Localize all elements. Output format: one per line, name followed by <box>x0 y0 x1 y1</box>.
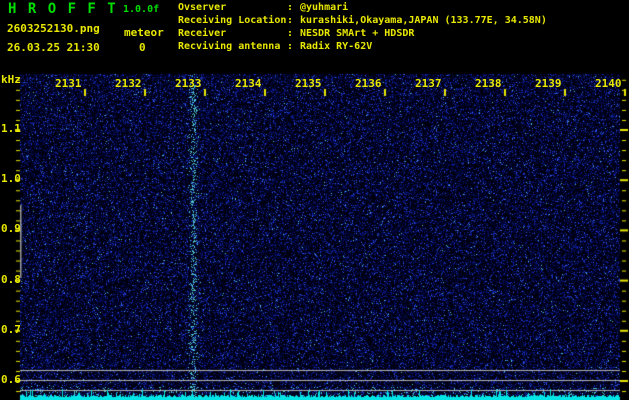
start-datetime: 26.03.25 21:30 <box>7 41 100 54</box>
y-axis-tick-label: 0.7 <box>1 322 21 336</box>
info-value: NESDR SMArt + HDSDR <box>300 27 415 39</box>
info-separator: : <box>287 14 294 26</box>
info-separator: : <box>287 40 294 52</box>
x-axis-tick-label: 2131 <box>55 77 82 90</box>
x-axis-tick-label: 2137 <box>415 77 442 90</box>
info-separator: : <box>287 2 294 13</box>
y-axis-tick-label: 0.6 <box>1 373 21 386</box>
app-version: 1.0.0f <box>123 4 160 15</box>
output-filename: 2603252130.png <box>7 22 100 35</box>
spectrogram-canvas <box>0 0 629 400</box>
x-axis-tick-label: 2132 <box>115 77 142 90</box>
y-axis-tick-label: 0.8 <box>1 272 21 286</box>
app-title: H R O F F T <box>8 1 118 17</box>
x-axis-tick-label: 2134 <box>235 77 262 90</box>
x-axis-tick-label: 2136 <box>355 77 382 90</box>
info-label: Recviving antenna <box>178 40 281 52</box>
x-axis-tick-label: 2135 <box>295 77 322 90</box>
x-axis-tick-label: 2133 <box>175 77 202 90</box>
y-axis-tick-label: 1.1 <box>1 122 21 135</box>
x-axis-tick-label: 2138 <box>475 77 502 90</box>
x-axis-tick-label: 2139 <box>535 77 562 90</box>
y-axis-unit-label: kHz <box>1 73 21 86</box>
meteor-counter-label: meteor <box>124 26 164 39</box>
y-axis-tick-label: 0.9 <box>1 222 21 236</box>
info-value: @yuhmari <box>300 2 349 13</box>
info-separator: : <box>287 27 294 39</box>
info-value: kurashiki,Okayama,JAPAN (133.77E, 34.58N… <box>300 14 547 26</box>
x-axis-tick-label: 2140 <box>595 77 622 90</box>
info-label: Ovserver <box>178 2 227 13</box>
hrofft-window: H R O F F T 1.0.0f 2603252130.png meteor… <box>0 0 629 400</box>
info-label: Receiving Location <box>178 14 287 26</box>
info-value: Radix RY-62V <box>300 40 373 52</box>
meteor-counter-value: 0 <box>139 41 146 54</box>
info-label: Receiver <box>178 27 227 39</box>
y-axis-tick-label: 1.0 <box>1 172 21 186</box>
